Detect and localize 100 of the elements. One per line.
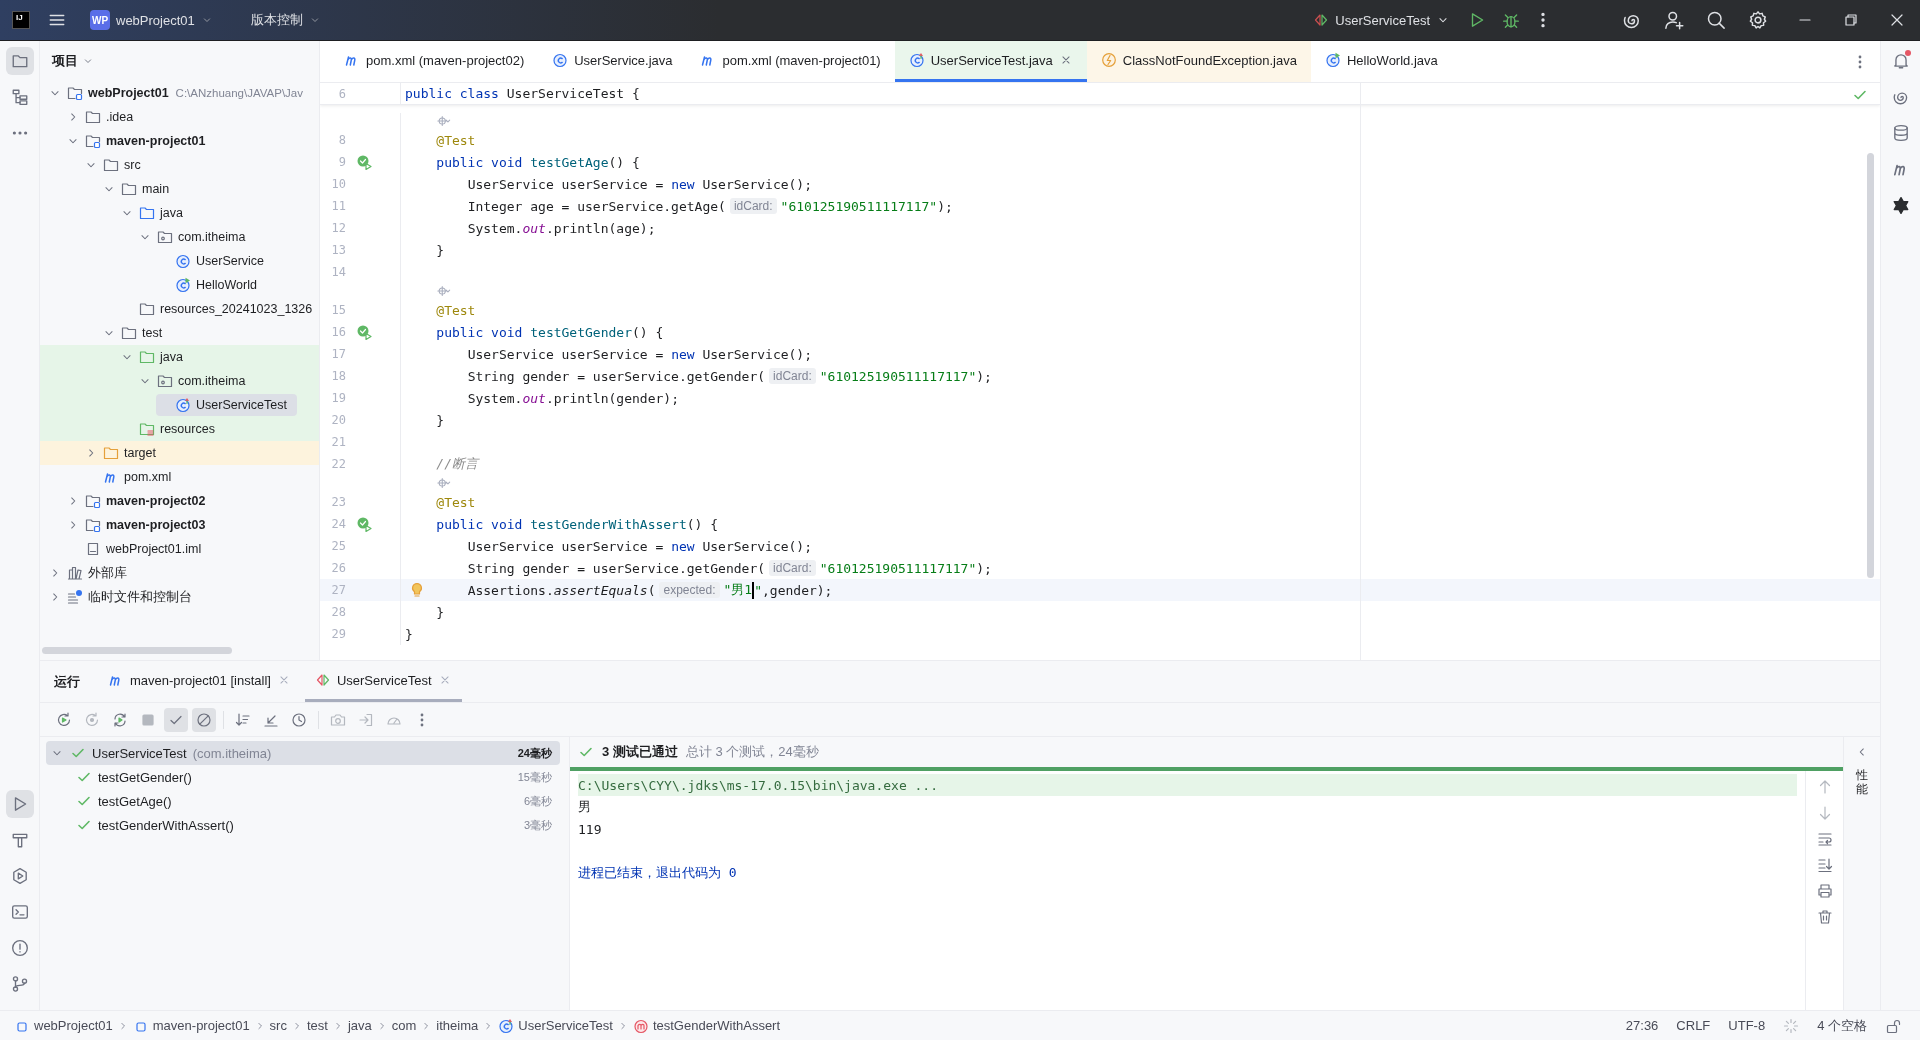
editor-tab[interactable]: HelloWorld.java [1310, 41, 1452, 82]
tree-item[interactable]: test [40, 321, 319, 345]
bug-icon[interactable] [1502, 11, 1520, 29]
code-vision-icon[interactable] [437, 476, 451, 490]
editor-tab[interactable]: UserService.java [538, 41, 687, 82]
scrollbar[interactable] [1867, 153, 1874, 578]
tree-item[interactable]: com.itheima [40, 225, 319, 249]
breadcrumb[interactable]: test [302, 1018, 332, 1033]
editor-tab[interactable]: pom.xml (maven-project01) [686, 41, 895, 82]
ignored-icon[interactable] [196, 711, 212, 728]
breadcrumb[interactable]: UserServiceTest [494, 1017, 617, 1034]
tree-item[interactable]: 外部库 [40, 561, 319, 585]
line-number: 15 [330, 303, 346, 317]
breadcrumb[interactable]: testGenderWithAssert [628, 1017, 785, 1034]
package-name: (com.itheima) [192, 745, 272, 761]
folder-icon[interactable] [10, 52, 29, 70]
trash-icon[interactable] [1816, 909, 1833, 926]
search-icon[interactable] [1706, 10, 1726, 30]
status-item[interactable]: 4 个空格 [1808, 1016, 1876, 1035]
tree-item[interactable]: resources [40, 417, 319, 441]
test-item[interactable]: testGetGender() 15毫秒 [46, 765, 560, 790]
sort-icon[interactable] [235, 711, 251, 728]
app-logo[interactable]: IJ [12, 11, 30, 29]
run-tab[interactable]: UserServiceTest [304, 661, 462, 703]
status-item[interactable]: UTF-8 [1719, 1018, 1775, 1033]
tree-item[interactable]: java [40, 345, 319, 369]
rerun-icon[interactable] [56, 711, 72, 728]
package-icon [157, 229, 173, 245]
terminal-icon[interactable] [10, 903, 29, 921]
test-item[interactable]: testGenderWithAssert() 3毫秒 [46, 813, 560, 838]
code-vision-icon[interactable] [437, 284, 451, 298]
clock-icon[interactable] [291, 711, 307, 728]
tree-item[interactable]: java [40, 201, 319, 225]
editor-tab[interactable]: ClassNotFoundException.java [1086, 41, 1311, 82]
branch-icon[interactable] [10, 975, 29, 993]
close-icon[interactable] [1889, 12, 1905, 28]
tree-item[interactable]: maven-project01 [40, 129, 319, 153]
add-user-icon[interactable] [1664, 10, 1684, 30]
test-class-icon [498, 1017, 515, 1034]
module-folder-icon [85, 133, 101, 149]
bell-icon[interactable] [1891, 52, 1910, 70]
tree-item[interactable]: UserServiceTest [40, 393, 319, 417]
breadcrumb[interactable]: java [343, 1018, 376, 1033]
code-text: "610125190511117117"); [780, 198, 953, 214]
services-icon[interactable] [10, 867, 29, 885]
soft-wrap-icon[interactable] [1816, 831, 1833, 848]
panel-title[interactable]: 项目 [52, 52, 78, 70]
test-run-icon [1313, 12, 1330, 28]
restore-icon[interactable] [1843, 12, 1859, 28]
module-folder-icon [85, 493, 101, 509]
status-item[interactable]: CRLF [1667, 1018, 1720, 1033]
structure-icon[interactable] [10, 88, 29, 106]
tree-item[interactable]: HelloWorld [40, 273, 319, 297]
settings-icon[interactable] [1748, 10, 1768, 30]
tree-item[interactable]: maven-project03 [40, 513, 319, 537]
printer-icon[interactable] [1816, 883, 1833, 900]
code-text: ",gender); [754, 582, 833, 598]
run-config-selector[interactable]: UserServiceTest [1305, 8, 1458, 32]
run-test-icon[interactable] [356, 516, 372, 532]
run-tab[interactable]: maven-project01 [install] [98, 661, 301, 703]
tree-item[interactable]: .idea [40, 105, 319, 129]
scroll-to-end-icon[interactable] [1816, 857, 1833, 874]
scrollbar[interactable] [42, 647, 232, 655]
breadcrumb[interactable]: src [265, 1018, 291, 1033]
rerun-toggle-icon[interactable] [112, 711, 128, 728]
tree-item[interactable]: com.itheima [40, 369, 319, 393]
editor-tab[interactable]: pom.xml (maven-project02) [330, 41, 539, 82]
test-item[interactable]: UserServiceTest (com.itheima) 24毫秒 [46, 741, 560, 766]
run-test-icon[interactable] [356, 324, 372, 340]
tree-item[interactable]: target [40, 441, 319, 465]
breadcrumb[interactable]: itheima [432, 1018, 483, 1033]
file-icon [85, 541, 101, 557]
tree-item[interactable]: maven-project02 [40, 489, 319, 513]
side-panel-tab[interactable]: 性能 [1856, 769, 1868, 796]
run-test-icon[interactable] [356, 154, 372, 170]
code-vision-icon[interactable] [437, 114, 451, 128]
spinner-icon [1783, 1017, 1800, 1034]
breadcrumb[interactable]: maven-project01 [128, 1017, 254, 1034]
tree-item[interactable]: pom.xml [40, 465, 319, 489]
tree-item[interactable]: resources_20241023_1326 [40, 297, 319, 321]
hammer-icon[interactable] [10, 831, 29, 849]
code-text: } [436, 604, 445, 620]
vcs-menu[interactable]: 版本控制 [242, 7, 329, 33]
lightbulb-icon[interactable] [409, 581, 425, 598]
status-item[interactable]: 27:36 [1616, 1018, 1668, 1033]
duration: 3毫秒 [523, 817, 552, 833]
breadcrumb[interactable]: webProject01 [10, 1017, 117, 1034]
tree-item[interactable]: main [40, 177, 319, 201]
tree-item[interactable]: UserService [40, 249, 319, 273]
unlock-icon[interactable] [1885, 1017, 1901, 1034]
editor-tab[interactable]: UserServiceTest.java [894, 41, 1087, 82]
breadcrumb[interactable]: com [387, 1018, 421, 1033]
database-icon[interactable] [1891, 124, 1910, 142]
tree-item[interactable]: webProject01 C:\ANzhuang\JAVAP\Jav [40, 81, 319, 105]
warning-circle-icon[interactable] [10, 939, 29, 957]
tree-item[interactable]: 临时文件和控制台 [40, 585, 319, 609]
tree-item[interactable]: src [40, 153, 319, 177]
test-item[interactable]: testGetAge() 6毫秒 [46, 789, 560, 814]
tree-item[interactable]: webProject01.iml [40, 537, 319, 561]
project-switcher[interactable]: WP webProject01 [82, 6, 221, 34]
